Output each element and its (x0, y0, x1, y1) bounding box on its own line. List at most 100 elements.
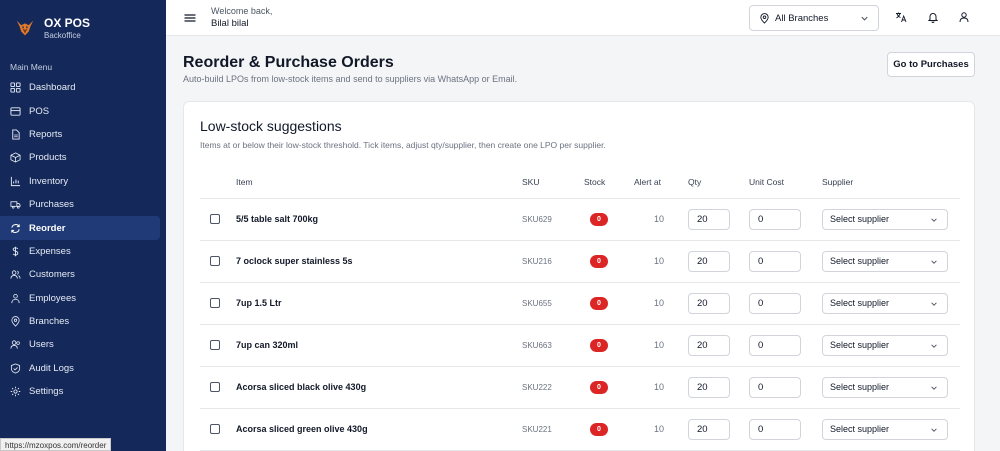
sidebar-item-customers[interactable]: Customers (0, 263, 160, 286)
stock-badge: 0 (590, 422, 608, 436)
table-row: Acorsa sliced black olive 430g SKU222 0 10 2… (200, 366, 960, 409)
supplier-select[interactable]: Select supplier (822, 208, 948, 230)
sidebar-item-employees[interactable]: Employees (0, 287, 160, 310)
item-sku: SKU655 (522, 299, 552, 308)
stock-badge: 0 (590, 254, 608, 268)
page-subtitle: Auto-build LPOs from low-stock items and… (183, 74, 518, 84)
qty-input[interactable]: 20 (688, 292, 730, 314)
sidebar-item-inventory[interactable]: Inventory (0, 170, 160, 193)
menu-heading: Main Menu (10, 62, 53, 72)
sidebar-item-dashboard[interactable]: Dashboard (0, 76, 160, 99)
stock-badge: 0 (590, 338, 608, 352)
sidebar-item-label: Settings (29, 386, 64, 398)
supplier-select-value: Select supplier (830, 297, 890, 308)
item-sku: SKU629 (522, 215, 552, 224)
table-header-row: Item SKU Stock Alert at Qty Unit Cost Su… (200, 166, 960, 199)
chevron-down-icon (931, 343, 937, 348)
row-checkbox[interactable] (210, 340, 220, 350)
supplier-select[interactable]: Select supplier (822, 418, 948, 440)
select-cell (200, 366, 236, 409)
row-checkbox[interactable] (210, 214, 220, 224)
pos-icon (10, 106, 21, 117)
qty-input[interactable]: 20 (688, 418, 730, 440)
unit-cost-input[interactable]: 0 (749, 418, 801, 440)
item-name: 7 oclock super stainless 5s (236, 256, 353, 266)
alert-threshold: 10 (654, 298, 665, 308)
sidebar-item-pos[interactable]: POS (0, 99, 160, 122)
sidebar-item-audit-logs[interactable]: Audit Logs (0, 357, 160, 380)
sidebar-item-branches[interactable]: Branches (0, 310, 160, 333)
chevron-down-icon (861, 16, 868, 21)
truck-icon (10, 199, 21, 210)
qty-input[interactable]: 20 (688, 208, 730, 230)
sidebar-item-label: Users (29, 339, 54, 351)
supplier-select[interactable]: Select supplier (822, 250, 948, 272)
qty-input[interactable]: 20 (688, 376, 730, 398)
unit-cost-input[interactable]: 0 (749, 250, 801, 272)
user-icon[interactable] (958, 11, 970, 23)
low-stock-card: Low-stock suggestions Items at or below … (183, 101, 975, 451)
row-checkbox[interactable] (210, 424, 220, 434)
unit-cost-input[interactable]: 0 (749, 292, 801, 314)
branch-select-value: All Branches (775, 12, 829, 24)
sidebar-item-purchases[interactable]: Purchases (0, 193, 160, 216)
map-pin-icon (760, 12, 769, 24)
supplier-select[interactable]: Select supplier (822, 292, 948, 314)
sidebar-item-expenses[interactable]: Expenses (0, 240, 160, 263)
select-cell (200, 324, 236, 367)
unit-cost-input[interactable]: 0 (749, 376, 801, 398)
branch-select[interactable]: All Branches (749, 5, 879, 31)
sidebar-item-label: Employees (29, 292, 76, 304)
topbar: Welcome back, Bilal bilal All Branches (166, 0, 1000, 36)
row-checkbox[interactable] (210, 382, 220, 392)
sidebar-item-settings[interactable]: Settings (0, 380, 160, 403)
brand-subtitle: Backoffice (44, 30, 81, 40)
sidebar-item-label: Audit Logs (29, 362, 74, 374)
bell-icon[interactable] (927, 11, 939, 23)
select-cell (200, 240, 236, 283)
select-cell (200, 282, 236, 325)
chart-icon (10, 176, 21, 187)
item-name: 5/5 table salt 700kg (236, 214, 319, 224)
sidebar-item-label: Purchases (29, 199, 74, 211)
row-checkbox[interactable] (210, 298, 220, 308)
shield-icon (10, 363, 21, 374)
sidebar-item-products[interactable]: Products (0, 146, 160, 169)
col-stock: Stock (584, 166, 634, 199)
gear-icon (10, 386, 21, 397)
sidebar-item-users[interactable]: Users (0, 333, 160, 356)
item-name: Acorsa sliced green olive 430g (236, 424, 368, 434)
go-to-purchases-button[interactable]: Go to Purchases (887, 52, 975, 77)
supplier-select-value: Select supplier (830, 255, 890, 266)
chevron-down-icon (931, 217, 937, 222)
translate-icon[interactable] (895, 11, 907, 23)
supplier-select[interactable]: Select supplier (822, 334, 948, 356)
sidebar-item-label: Dashboard (29, 82, 76, 94)
sidebar-item-reports[interactable]: Reports (0, 123, 160, 146)
qty-input[interactable]: 20 (688, 334, 730, 356)
menu-toggle-icon[interactable] (184, 12, 196, 24)
unit-cost-input[interactable]: 0 (749, 334, 801, 356)
status-url: https://mzoxpos.com/reorder (0, 438, 112, 451)
alert-threshold: 10 (654, 256, 665, 266)
stock-badge: 0 (590, 212, 608, 226)
table-row: 5/5 table salt 700kg SKU629 0 10 20 0 Select s… (200, 198, 960, 241)
item-name: Acorsa sliced black olive 430g (236, 382, 367, 392)
sidebar-item-label: Products (29, 152, 67, 164)
unit-cost-input[interactable]: 0 (749, 208, 801, 230)
select-cell (200, 408, 236, 451)
sidebar-item-reorder[interactable]: Reorder (0, 216, 160, 240)
alert-threshold: 10 (654, 382, 665, 392)
brand[interactable]: OX POS Backoffice (0, 0, 166, 46)
row-checkbox[interactable] (210, 256, 220, 266)
qty-input[interactable]: 20 (688, 250, 730, 272)
welcome-block: Welcome back, Bilal bilal (211, 6, 272, 30)
user-name: Bilal bilal (211, 18, 249, 29)
item-name: 7up can 320ml (236, 340, 299, 350)
col-unit-cost: Unit Cost (749, 166, 822, 199)
alert-threshold: 10 (654, 214, 665, 224)
supplier-select[interactable]: Select supplier (822, 376, 948, 398)
card-subtitle: Items at or below their low-stock thresh… (200, 140, 606, 150)
item-name: 7up 1.5 Ltr (236, 298, 282, 308)
card-title: Low-stock suggestions (200, 118, 342, 134)
